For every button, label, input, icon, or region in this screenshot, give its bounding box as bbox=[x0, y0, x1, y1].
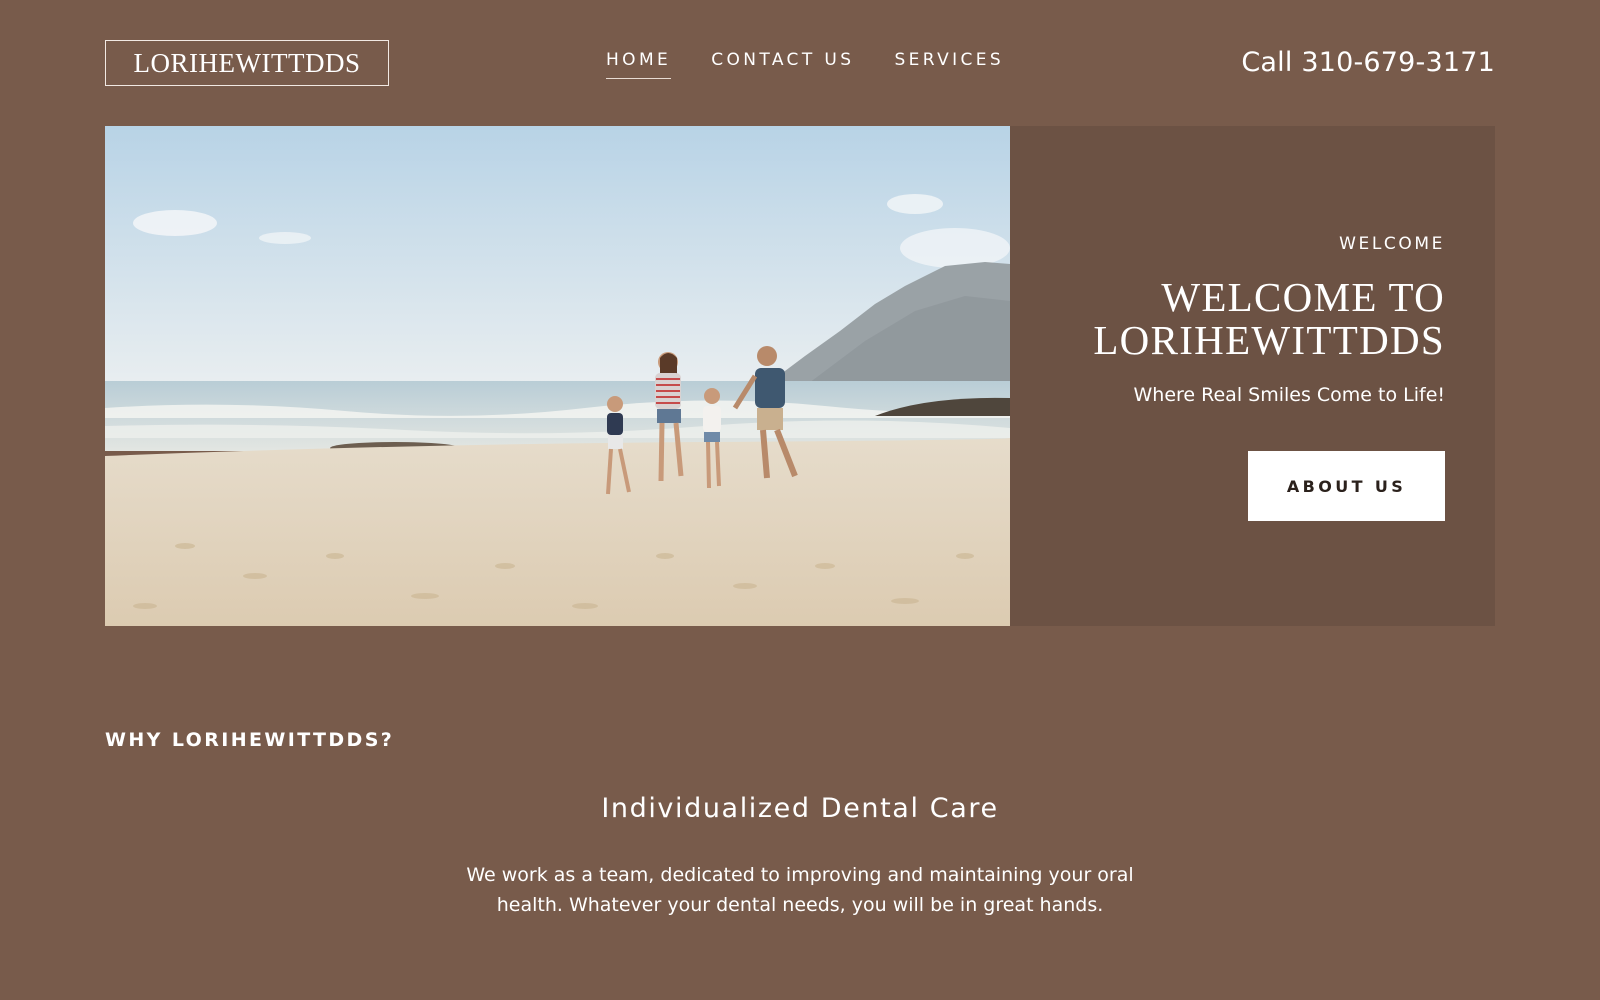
beach-photo bbox=[105, 126, 1010, 626]
feature-description: We work as a team, dedicated to improvin… bbox=[466, 864, 1134, 916]
phone-link[interactable]: Call 310-679-3171 bbox=[1241, 47, 1495, 78]
site-logo[interactable]: LORIHEWITTDDS bbox=[105, 40, 389, 86]
hero-tagline: Where Real Smiles Come to Life! bbox=[1133, 384, 1446, 406]
nav-contact-us[interactable]: CONTACT US bbox=[711, 50, 854, 79]
feature-title: Individualized Dental Care bbox=[601, 793, 999, 824]
hero-welcome-panel: WELCOME WELCOME TO LORIHEWITTDDS Where R… bbox=[1010, 126, 1495, 626]
hero-section: WELCOME WELCOME TO LORIHEWITTDDS Where R… bbox=[105, 126, 1495, 626]
nav-home[interactable]: HOME bbox=[606, 50, 672, 79]
about-us-button[interactable]: ABOUT US bbox=[1248, 451, 1445, 521]
why-heading: WHY LORIHEWITTDDS? bbox=[105, 729, 395, 751]
hero-title: WELCOME TO LORIHEWITTDDS bbox=[1093, 274, 1445, 363]
hero-eyebrow: WELCOME bbox=[1339, 234, 1445, 254]
nav-services[interactable]: SERVICES bbox=[894, 50, 1004, 79]
main-nav: HOME CONTACT US SERVICES bbox=[606, 50, 1004, 79]
hero-image-family-on-beach bbox=[105, 126, 1010, 626]
site-header: LORIHEWITTDDS HOME CONTACT US SERVICES C… bbox=[0, 0, 1600, 126]
